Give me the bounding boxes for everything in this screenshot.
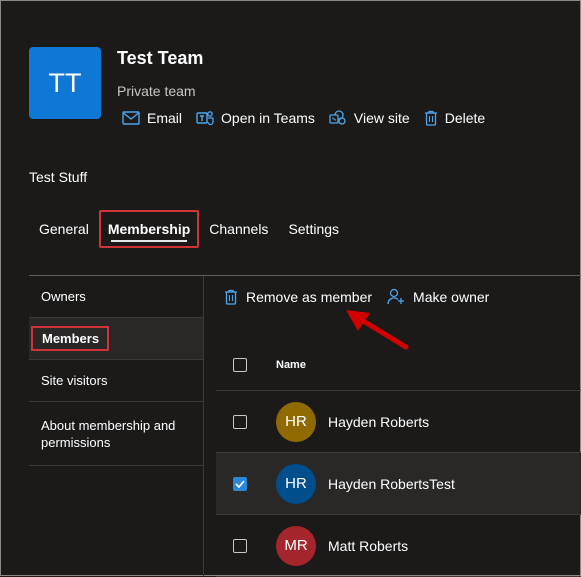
trash-icon	[424, 110, 437, 126]
table-row[interactable]: HR Hayden RobertsTest	[216, 453, 581, 515]
view-site-label: View site	[353, 110, 410, 126]
trash-icon	[225, 289, 237, 305]
nav-site-visitors-label: Site visitors	[41, 373, 108, 388]
make-owner-label: Make owner	[413, 288, 490, 305]
nav-site-visitors[interactable]: Site visitors	[29, 360, 203, 402]
settings-tabs: General Membership Channels Settings	[29, 210, 349, 248]
select-all-checkbox[interactable]	[233, 358, 247, 372]
remove-as-member-button[interactable]: Remove as member	[224, 289, 372, 305]
open-in-teams-label: Open in Teams	[221, 110, 315, 126]
delete-label: Delete	[444, 110, 486, 126]
teams-icon	[196, 111, 214, 126]
nav-members[interactable]: Members	[29, 318, 203, 360]
avatar: MR	[276, 525, 316, 566]
nav-members-label: Members	[31, 326, 110, 351]
mail-icon	[122, 111, 140, 125]
email-button[interactable]: Email	[122, 110, 182, 126]
name-column-header[interactable]: Name	[276, 359, 306, 371]
open-in-teams-button[interactable]: Open in Teams	[196, 110, 315, 126]
member-name: Matt Roberts	[328, 537, 409, 554]
tab-settings[interactable]: Settings	[278, 210, 349, 248]
nav-owners[interactable]: Owners	[29, 276, 203, 318]
email-label: Email	[147, 110, 183, 126]
remove-as-member-label: Remove as member	[246, 288, 373, 305]
team-title: Test Team	[117, 48, 204, 68]
team-privacy: Private team	[117, 83, 196, 99]
add-person-icon	[387, 288, 405, 305]
team-avatar: TT	[29, 47, 101, 119]
table-row[interactable]: HR Hayden Roberts	[216, 391, 581, 453]
sharepoint-icon	[329, 110, 346, 125]
membership-nav: Owners Members Site visitors About membe…	[29, 276, 203, 466]
nav-about-label: About membership and permissions	[41, 417, 176, 450]
tab-channels[interactable]: Channels	[199, 210, 278, 248]
row-checkbox[interactable]	[233, 476, 247, 491]
delete-team-button[interactable]: Delete	[424, 110, 485, 126]
members-table: Name HR Hayden Roberts HR Hayden RobertsTes…	[216, 340, 581, 577]
tab-general[interactable]: General	[29, 210, 99, 248]
avatar: HR	[276, 401, 316, 442]
avatar: HR	[276, 463, 316, 504]
row-checkbox[interactable]	[233, 538, 247, 553]
table-header: Name	[216, 340, 581, 391]
nav-separator	[203, 276, 204, 576]
member-name: Hayden RobertsTest	[328, 475, 455, 492]
team-actions: Email Open in Teams View site Delete	[122, 110, 499, 126]
checkmark-icon	[235, 479, 245, 488]
tab-membership[interactable]: Membership	[98, 210, 200, 248]
site-name: Test Stuff	[29, 169, 88, 185]
view-site-button[interactable]: View site	[329, 110, 410, 126]
member-name: Hayden Roberts	[328, 413, 430, 430]
table-row[interactable]: MR Matt Roberts	[216, 515, 581, 577]
nav-owners-label: Owners	[41, 289, 86, 304]
nav-about-membership[interactable]: About membership and permissions	[29, 402, 203, 466]
make-owner-button[interactable]: Make owner	[387, 288, 489, 305]
command-bar: Remove as member Make owner	[224, 288, 504, 305]
row-checkbox[interactable]	[233, 414, 247, 429]
